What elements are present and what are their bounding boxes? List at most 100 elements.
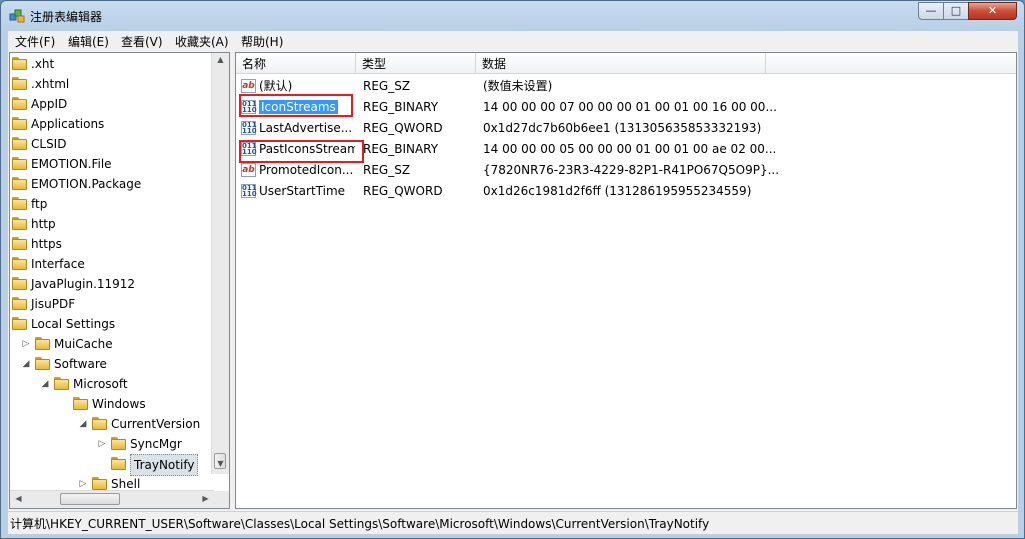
tree-item-label: Interface (31, 257, 85, 271)
tree-item[interactable]: http (10, 214, 210, 234)
tree-item-label: EMOTION.File (31, 157, 112, 171)
tree-item[interactable]: ▷ MuiCache (10, 334, 210, 354)
folder-icon (12, 297, 27, 310)
close-button[interactable]: ✕ (968, 2, 1017, 20)
tree-item[interactable]: https (10, 234, 210, 254)
folder-icon (73, 397, 88, 410)
folder-icon (92, 417, 107, 430)
tree-item[interactable]: ◢ Microsoft (10, 374, 210, 394)
tree-hscroll-thumb[interactable] (60, 493, 120, 505)
value-data: 14 00 00 00 07 00 00 00 01 00 01 00 16 0… (483, 100, 777, 114)
tree-item-label: Software (54, 357, 107, 371)
tree-item-label: Applications (31, 117, 105, 131)
window-title: 注册表编辑器 (30, 10, 103, 24)
tree-item[interactable]: Local Settings (10, 314, 210, 334)
collapse-arrow-icon[interactable]: ◢ (21, 354, 31, 374)
tree-item[interactable]: Interface (10, 254, 210, 274)
column-data[interactable]: 数据 (476, 53, 766, 74)
folder-icon (12, 217, 27, 230)
menu-favorites[interactable]: 收藏夹(A) (175, 33, 229, 50)
tree-item[interactable]: CLSID (10, 134, 210, 154)
tree-item-label: .xht (31, 57, 55, 71)
value-row[interactable]: ab PromotedIcon... REG_SZ {7820NR76-23R3-42… (236, 160, 1016, 181)
folder-icon (12, 237, 27, 250)
tree-item-label: Local Settings (31, 317, 116, 331)
tree-item[interactable]: .xhtml (10, 74, 210, 94)
tree-item-label: EMOTION.Package (31, 177, 142, 191)
tree-item-label: SyncMgr (130, 437, 182, 451)
expand-arrow-icon[interactable]: ▷ (21, 334, 31, 354)
title-bar[interactable]: 注册表编辑器 — □ ✕ (1, 1, 1024, 31)
registry-editor-app-icon (9, 9, 25, 23)
tree-horizontal-scrollbar[interactable]: ◀ ▶ (10, 490, 214, 508)
folder-icon (12, 277, 27, 290)
expand-arrow-icon[interactable]: ▷ (97, 434, 107, 454)
folder-icon (12, 117, 27, 130)
scroll-up-icon[interactable]: ▲ (212, 55, 229, 64)
value-name-text: (默认) (259, 79, 293, 93)
folder-icon (12, 257, 27, 270)
folder-icon (12, 57, 27, 70)
value-name-text: PromotedIcon... (259, 163, 354, 177)
menu-file[interactable]: 文件(F) (15, 33, 55, 50)
value-data: (数值未设置) (483, 79, 553, 93)
tree-item[interactable]: ftp (10, 194, 210, 214)
tree-item-label: Microsoft (73, 377, 128, 391)
tree-item-label: AppID (31, 97, 68, 111)
tree-item[interactable]: ◢ CurrentVersion (10, 414, 210, 434)
menu-bar: 文件(F) 编辑(E) 查看(V) 收藏夹(A) 帮助(H) (8, 31, 1018, 52)
value-type: REG_QWORD (363, 121, 443, 135)
key-tree[interactable]: .xht .xhtml AppID Applications CLSID EMOTION.… (9, 52, 230, 509)
tree-item[interactable]: JisuPDF (10, 294, 210, 314)
string-value-icon: ab (241, 163, 256, 177)
menu-help[interactable]: 帮助(H) (241, 33, 283, 50)
tree-item-label: JavaPlugin.11912 (31, 277, 136, 291)
value-type: REG_BINARY (363, 142, 439, 156)
value-row[interactable]: 011 110 IconStreams REG_BINARY 14 00 00 00 … (236, 97, 1016, 118)
maximize-button[interactable]: □ (943, 2, 969, 20)
folder-icon (12, 77, 27, 90)
folder-icon (35, 337, 50, 350)
tree-item[interactable]: AppID (10, 94, 210, 114)
annotation-box-iconstreams (239, 94, 353, 117)
scroll-left-icon[interactable]: ◀ (10, 494, 27, 503)
folder-icon (111, 457, 126, 470)
value-row[interactable]: 011 110 UserStartTime REG_QWORD 0x1d26c1981… (236, 181, 1016, 202)
folder-icon (35, 357, 50, 370)
tree-item[interactable]: .xht (10, 54, 210, 74)
folder-icon (12, 197, 27, 210)
value-row[interactable]: 011 110 LastAdvertise... REG_QWORD 0x1d27dc… (236, 118, 1016, 139)
tree-item[interactable]: JavaPlugin.11912 (10, 274, 210, 294)
annotation-box-pasticonsstream (239, 140, 364, 163)
status-bar: 计算机\HKEY_CURRENT_USER\Software\Classes\L… (8, 511, 1018, 534)
collapse-arrow-icon[interactable]: ◢ (40, 374, 50, 394)
value-row[interactable]: ab (默认) REG_SZ (数值未设置) (236, 76, 1016, 97)
tree-vertical-scrollbar[interactable]: ▲ ▼ (211, 53, 229, 474)
value-name-text: LastAdvertise... (259, 121, 353, 135)
tree-item-label: TrayNotify (130, 454, 199, 476)
scroll-down-icon[interactable]: ▼ (212, 459, 229, 468)
tree-item[interactable]: EMOTION.Package (10, 174, 210, 194)
tree-item[interactable]: ◢ Software (10, 354, 210, 374)
value-type: REG_BINARY (363, 100, 439, 114)
tree-item[interactable]: ▷ SyncMgr (10, 434, 210, 454)
value-list[interactable]: 名称 类型 数据 ab (默认) REG_SZ (数值未设置) 011 110 IconS… (235, 52, 1017, 509)
value-name: UserStartTime (259, 181, 355, 202)
tree-item-label: MuiCache (54, 337, 113, 351)
minimize-button[interactable]: — (918, 2, 944, 20)
menu-view[interactable]: 查看(V) (121, 33, 163, 50)
tree-item[interactable]: Applications (10, 114, 210, 134)
tree-item[interactable]: TrayNotify (10, 454, 210, 476)
tree-item[interactable]: Windows (10, 394, 210, 414)
tree-item-label: http (31, 217, 56, 231)
tree-item[interactable]: EMOTION.File (10, 154, 210, 174)
folder-icon (12, 317, 27, 330)
value-data: 0x1d26c1981d2f6ff (131286195955234559) (483, 184, 752, 198)
menu-edit[interactable]: 编辑(E) (68, 33, 109, 50)
column-type[interactable]: 类型 (356, 53, 476, 74)
column-name[interactable]: 名称 (236, 53, 356, 74)
tree-item-label: ftp (31, 197, 48, 211)
collapse-arrow-icon[interactable]: ◢ (78, 414, 88, 434)
tree-item-label: .xhtml (31, 77, 70, 91)
tree-item-label: https (31, 237, 62, 251)
